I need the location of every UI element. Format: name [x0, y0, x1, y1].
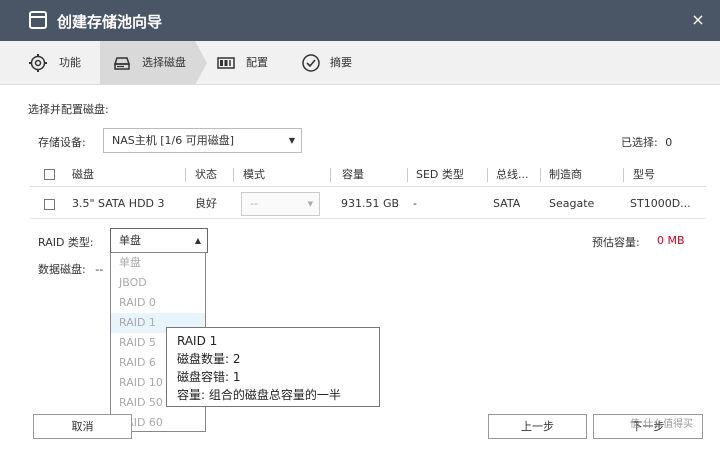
cell-disk: 3.5" SATA HDD 3: [72, 197, 165, 210]
disk-icon: [113, 57, 131, 70]
title-bar: 创建存储池向导 ×: [0, 0, 720, 41]
step-summary: 摘要: [295, 41, 375, 85]
col-disk[interactable]: 磁盘: [72, 163, 94, 187]
chevron-up-icon: ▲: [194, 236, 201, 245]
raid-tooltip: RAID 1 磁盘数量: 2 磁盘容错: 1 容量: 组合的磁盘总容量的一半: [166, 327, 380, 407]
device-select[interactable]: NAS主机 [1/6 可用磁盘] ▼: [103, 128, 302, 153]
column-divider: [330, 168, 331, 182]
tooltip-title: RAID 1: [177, 334, 218, 348]
cell-bus: SATA: [493, 197, 521, 210]
step-function: 功能: [0, 41, 100, 85]
cell-model: ST1000D...: [630, 197, 691, 210]
section-title: 选择并配置磁盘:: [28, 103, 109, 116]
col-status[interactable]: 状态: [195, 163, 217, 187]
data-disk-label: 数据磁盘:: [38, 263, 86, 276]
column-divider: [623, 168, 624, 182]
raid-option[interactable]: RAID 0: [111, 293, 205, 313]
storage-pool-icon: [29, 11, 47, 29]
raid-option[interactable]: 单盘: [111, 253, 205, 273]
device-label: 存储设备:: [38, 136, 86, 149]
step-config: 配置: [207, 41, 287, 85]
device-value: NAS主机 [1/6 可用磁盘]: [112, 134, 235, 147]
step-label: 功能: [59, 56, 81, 69]
col-bus[interactable]: 总线...: [496, 163, 529, 187]
estimated-capacity-value: 0 MB: [657, 234, 685, 247]
cell-sed: -: [413, 197, 417, 210]
raid-type-select[interactable]: 单盘 ▲: [110, 228, 208, 253]
prev-button[interactable]: 上一步: [488, 414, 587, 439]
step-chevron: [195, 41, 207, 85]
col-sed[interactable]: SED 类型: [416, 163, 464, 187]
step-select-disk: 选择磁盘: [100, 41, 195, 85]
data-disk: 数据磁盘: --: [38, 261, 103, 277]
estimated-capacity-label: 预估容量:: [592, 236, 640, 249]
disk-checkbox[interactable]: [44, 199, 55, 210]
column-divider: [185, 168, 186, 182]
wizard-steps: 功能 选择磁盘 配置 摘要: [0, 41, 720, 85]
cancel-button[interactable]: 取消: [33, 414, 132, 439]
table-row[interactable]: 3.5" SATA HDD 3 良好 -- ▼ 931.51 GB - SATA…: [30, 189, 706, 219]
raid-type-label: RAID 类型:: [38, 236, 94, 249]
mode-select[interactable]: -- ▼: [241, 192, 320, 216]
cell-capacity: 931.51 GB: [341, 197, 400, 210]
tooltip-line: 磁盘数量: 2: [177, 352, 241, 366]
column-divider: [233, 168, 234, 182]
col-capacity[interactable]: 容量: [342, 163, 364, 187]
selected-label: 已选择:: [621, 136, 658, 149]
selected-count: 已选择: 0: [621, 134, 672, 150]
step-label: 选择磁盘: [142, 56, 186, 69]
cell-status: 良好: [195, 197, 217, 210]
tooltip-line: 磁盘容错: 1: [177, 370, 241, 384]
tooltip-line: 容量: 组合的磁盘总容量的一半: [177, 388, 341, 402]
data-disk-value: --: [95, 263, 104, 276]
chevron-down-icon: ▼: [307, 200, 313, 208]
raid-option[interactable]: JBOD: [111, 273, 205, 293]
close-button[interactable]: ×: [686, 8, 710, 32]
column-divider: [487, 168, 488, 182]
check-circle-icon: [302, 54, 320, 72]
window-title: 创建存储池向导: [57, 13, 163, 31]
disk-table-header: 磁盘 状态 模式 容量 SED 类型 总线... 制造商 型号: [30, 163, 706, 187]
raid-type-value: 单盘: [119, 234, 141, 247]
column-divider: [407, 168, 408, 182]
step-label: 配置: [246, 56, 268, 69]
gear-icon: [29, 54, 47, 72]
mode-value: --: [250, 197, 258, 210]
selected-value: 0: [665, 136, 673, 149]
column-divider: [540, 168, 541, 182]
col-vendor[interactable]: 制造商: [549, 163, 582, 187]
watermark: 值 什么值得买: [630, 419, 694, 430]
select-all-checkbox[interactable]: [44, 169, 55, 180]
cell-vendor: Seagate: [549, 197, 595, 210]
chevron-down-icon: ▼: [288, 136, 295, 145]
raid-config-icon: [217, 57, 235, 69]
col-mode[interactable]: 模式: [243, 163, 265, 187]
step-label: 摘要: [330, 56, 352, 69]
col-model[interactable]: 型号: [633, 163, 655, 187]
